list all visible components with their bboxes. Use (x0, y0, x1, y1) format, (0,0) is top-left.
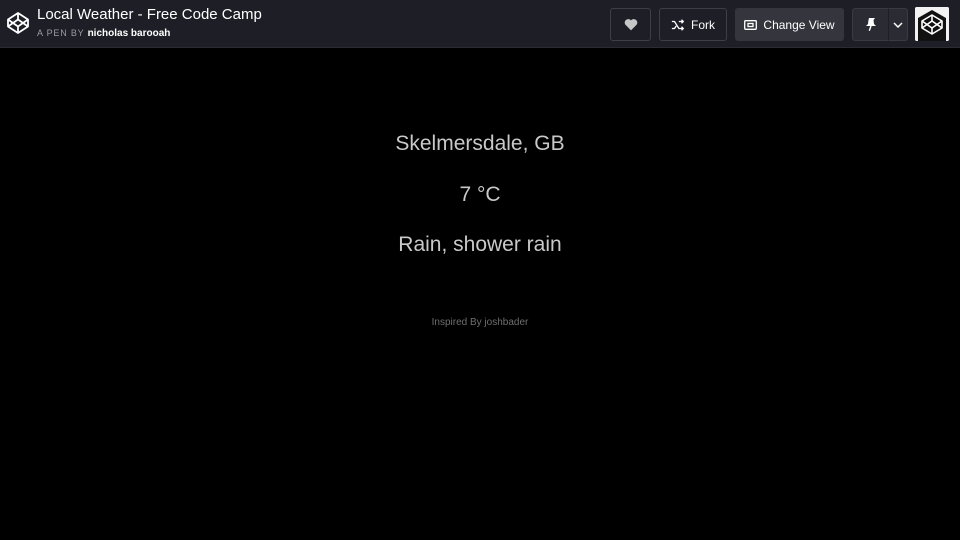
weather-temperature[interactable]: 7 °C (0, 183, 960, 207)
author-link[interactable]: nicholas barooah (88, 28, 171, 39)
byline-prefix: A PEN BY (37, 28, 85, 38)
change-view-button[interactable]: Change View (735, 8, 844, 41)
pen-byline: A PEN BY nicholas barooah (37, 28, 170, 39)
fork-icon (671, 18, 685, 31)
pin-icon (865, 18, 877, 31)
pin-button[interactable] (852, 8, 889, 41)
chevron-down-icon (893, 21, 903, 28)
pen-preview: Skelmersdale, GB 7 °C Rain, shower rain … (0, 48, 960, 540)
weather-condition: Rain, shower rain (398, 233, 562, 256)
pin-dropdown-button[interactable] (888, 8, 908, 41)
change-view-label: Change View (763, 17, 835, 32)
fork-label: Fork (691, 17, 715, 32)
top-bar: Local Weather - Free Code Camp A PEN BY … (0, 0, 960, 48)
user-avatar[interactable] (915, 7, 949, 41)
fork-button[interactable]: Fork (659, 8, 727, 41)
weather-location: Skelmersdale, GB (395, 132, 565, 155)
view-icon (744, 19, 758, 30)
heart-icon (624, 18, 638, 31)
heart-button[interactable] (610, 8, 651, 41)
credit-link[interactable]: Inspired By joshbader (0, 317, 960, 328)
codepen-logo-icon[interactable] (6, 11, 30, 35)
codepen-avatar-icon (915, 7, 949, 41)
pen-title[interactable]: Local Weather - Free Code Camp (37, 6, 262, 23)
